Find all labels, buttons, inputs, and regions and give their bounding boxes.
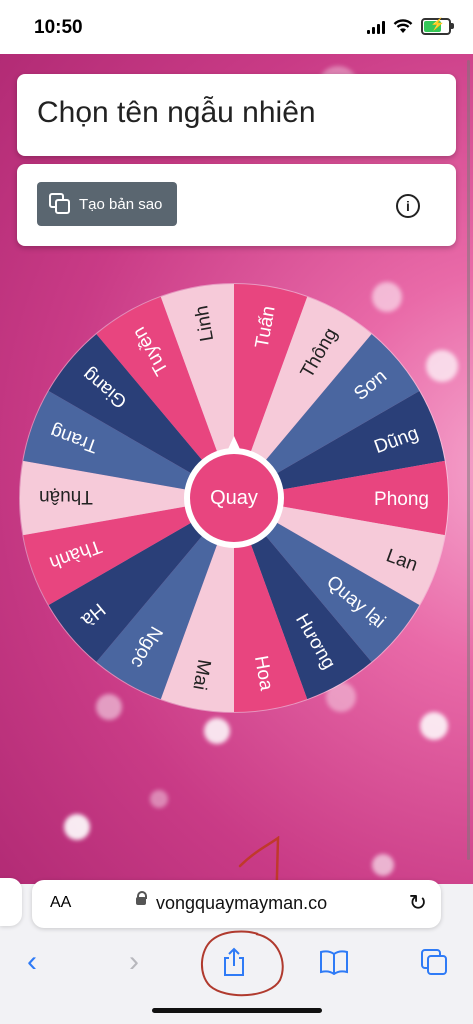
copy-button[interactable]: Tạo bản sao [37, 182, 177, 226]
web-page: Chọn tên ngẫu nhiên Tạo bản sao i Tuấn Th… [0, 54, 473, 884]
forward-icon[interactable]: › [112, 942, 156, 982]
status-icons: ⚡ [367, 17, 454, 35]
url-text: vongquaymayman.co [156, 893, 328, 913]
reader-mode-button[interactable]: AA [50, 894, 71, 912]
status-bar: 10:50 ⚡ [0, 0, 473, 54]
bookmarks-icon[interactable] [312, 942, 356, 982]
wheel-segment-label: Phong [374, 489, 429, 510]
wheel-segment-label: Thuận [39, 486, 93, 507]
info-icon[interactable]: i [396, 194, 420, 218]
wifi-icon [393, 19, 413, 33]
safari-bottom-bar: AA vongquaymayman.co ↻ ‹ › [0, 878, 473, 1024]
copy-icon [49, 193, 71, 215]
handwritten-circle [201, 930, 284, 997]
title-card: Chọn tên ngẫu nhiên [17, 74, 456, 156]
tabs-icon[interactable] [412, 942, 456, 982]
back-icon[interactable]: ‹ [10, 942, 54, 982]
spin-button[interactable]: Quay [184, 448, 284, 548]
page-title: Chọn tên ngẫu nhiên [37, 96, 316, 129]
name-wheel[interactable]: Tuấn Thông Sơn Dũng Phong Lan Quay lại Hương Hoa… [16, 280, 452, 716]
home-indicator [152, 1008, 322, 1013]
cellular-signal-icon [367, 20, 385, 34]
copy-button-label: Tạo bản sao [79, 195, 163, 213]
page-scrollbar[interactable] [467, 60, 470, 860]
reload-icon[interactable]: ↻ [409, 890, 427, 916]
address-bar[interactable]: AA vongquaymayman.co ↻ [32, 880, 441, 928]
previous-tab-preview[interactable] [0, 878, 22, 926]
toolbar-card: Tạo bản sao i [17, 164, 456, 246]
battery-icon: ⚡ [421, 17, 454, 35]
lock-icon [136, 891, 147, 905]
status-time: 10:50 [34, 17, 83, 38]
handwritten-one [238, 836, 280, 884]
